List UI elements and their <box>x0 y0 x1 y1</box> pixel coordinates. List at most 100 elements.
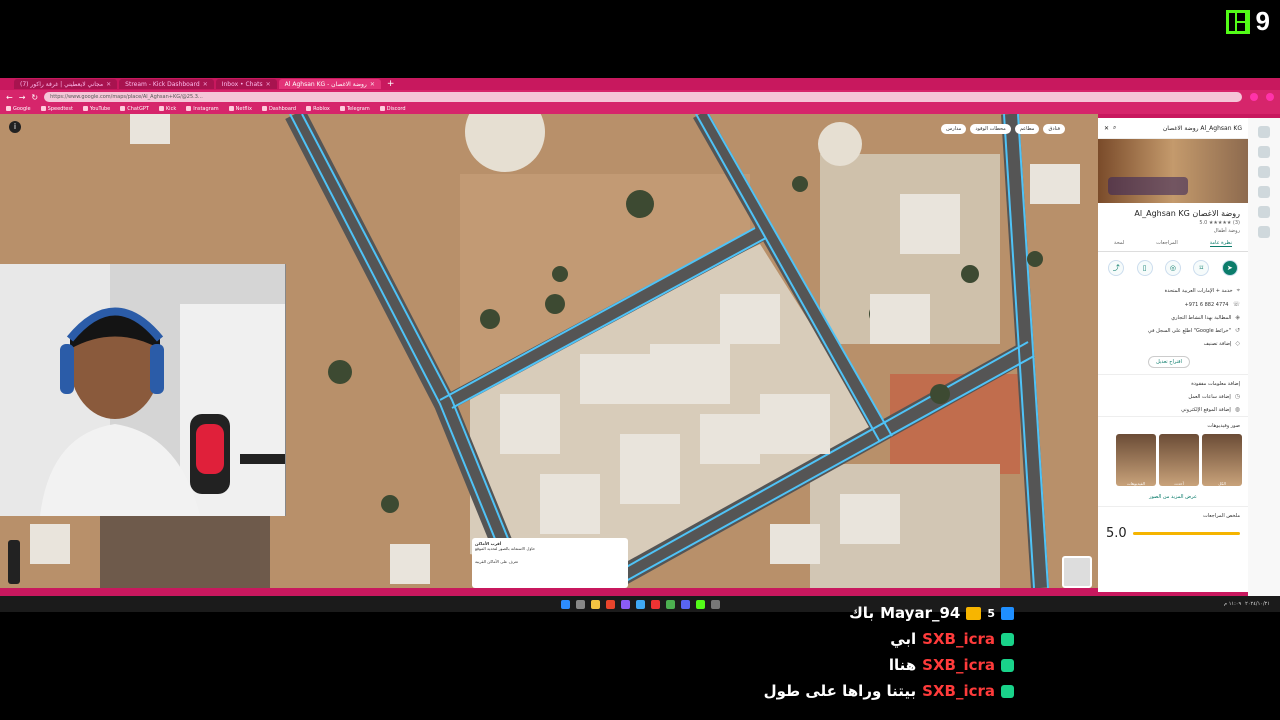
kick-icon[interactable] <box>695 599 705 609</box>
save-button[interactable]: ⌑ <box>1193 260 1210 276</box>
photo-thumb[interactable]: أحدث <box>1159 434 1199 486</box>
bookmark-item[interactable]: Dashboard <box>262 106 296 112</box>
app-icon[interactable] <box>620 599 630 609</box>
app-icon[interactable] <box>650 599 660 609</box>
place-thumb-icon[interactable] <box>1258 206 1270 218</box>
bookmark-item[interactable]: Speedtest <box>41 106 73 112</box>
bookmark-item[interactable]: Discord <box>380 106 406 112</box>
place-thumb-icon[interactable] <box>1258 226 1270 238</box>
suggest-edit-button[interactable]: اقتراح تعديل <box>1148 356 1190 368</box>
popup-line: حاول الاستعانة بالصور لتحديد الموقع <box>475 546 536 551</box>
saved-icon[interactable] <box>1258 126 1270 138</box>
chat-username[interactable]: SXB_icra <box>922 682 995 700</box>
shield-icon: ◈ <box>1235 314 1240 321</box>
bookmark-item[interactable]: Instagram <box>186 106 218 112</box>
browser-window: (7) مجاني لايعطيني | غرفة راكور ✕ Stream … <box>0 78 1280 596</box>
place-category[interactable]: روضة أطفال <box>1098 226 1248 236</box>
tab-label: Inbox • Chats <box>221 80 263 88</box>
place-photo[interactable] <box>1098 139 1248 203</box>
photo-thumb[interactable]: الفيديوهات <box>1116 434 1156 486</box>
recents-icon[interactable] <box>1258 146 1270 158</box>
bookmark-item[interactable]: ChatGPT <box>120 106 149 112</box>
back-icon[interactable]: ← <box>6 93 13 102</box>
close-icon[interactable]: ✕ <box>266 81 271 88</box>
search-box[interactable]: ✕ ⌕ روضة الاغصان Al_Aghsan KG <box>1098 118 1248 139</box>
bookmark-item[interactable]: Netflix <box>229 106 252 112</box>
webcam-overlay <box>0 264 286 516</box>
subscriber-badge-icon <box>1001 632 1014 646</box>
chip-gas[interactable]: محطات الوقود <box>970 124 1011 134</box>
tab-label: Al Aghsan KG - روضة الاغصان <box>284 80 367 88</box>
profile-icon[interactable] <box>1266 93 1274 101</box>
start-icon[interactable] <box>560 599 570 609</box>
zoom-controls[interactable] <box>8 540 20 584</box>
chrome-icon[interactable] <box>665 599 675 609</box>
tab-1[interactable]: (7) مجاني لايعطيني | غرفة راكور ✕ <box>14 79 118 89</box>
bookmark-item[interactable]: Roblox <box>306 106 330 112</box>
close-icon[interactable]: ✕ <box>370 81 375 88</box>
close-icon[interactable]: ✕ <box>203 81 208 88</box>
share-button[interactable]: ⤴ <box>1108 260 1125 276</box>
extension-icon[interactable] <box>1250 93 1258 101</box>
file-explorer-icon[interactable] <box>590 599 600 609</box>
maps-side-rail <box>1248 118 1280 600</box>
url-field[interactable]: https://www.google.com/maps/place/Al_Agh… <box>44 92 1242 102</box>
reviews-summary-title: ملخص المراجعات <box>1098 506 1248 522</box>
close-icon[interactable]: ✕ <box>1104 125 1109 132</box>
more-photos-button[interactable]: عرض المزيد من الصور <box>1098 494 1248 500</box>
add-website-row[interactable]: إضافة الموقع الإلكتروني ◍ <box>1098 403 1248 416</box>
nearby-button[interactable]: ◎ <box>1164 260 1181 276</box>
app-icon[interactable] <box>710 599 720 609</box>
place-thumb-icon[interactable] <box>1258 166 1270 178</box>
discord-icon[interactable] <box>680 599 690 609</box>
tab-reviews[interactable]: المراجعات <box>1156 240 1178 247</box>
bookmark-item[interactable]: Telegram <box>340 106 370 112</box>
vscode-icon[interactable] <box>635 599 645 609</box>
action-buttons: ⤴ ▯ ◎ ⌑ ➤ <box>1098 252 1248 284</box>
clock-time[interactable]: ١١:٠٩ م <box>1224 601 1241 607</box>
label-row[interactable]: إضافة تصنيف ◇ <box>1098 337 1248 350</box>
claim-row[interactable]: المطالبة بهذا النشاط التجاري ◈ <box>1098 311 1248 324</box>
tab-about[interactable]: لمحة <box>1114 240 1124 247</box>
history-text: اطلع على السجل في "Google خرائط" <box>1147 327 1231 334</box>
address-row[interactable]: خدمة + الإمارات العربية المتحدة ⌖ <box>1098 284 1248 298</box>
close-icon[interactable]: ✕ <box>106 81 111 88</box>
add-hours-row[interactable]: إضافة ساعات العمل ◷ <box>1098 390 1248 403</box>
bookmark-item[interactable]: Google <box>6 106 31 112</box>
chat-text: باك <box>849 604 875 622</box>
phone-row[interactable]: +971 6 882 4774 ☏ <box>1098 298 1248 311</box>
forward-icon[interactable]: → <box>19 93 26 102</box>
reload-icon[interactable]: ↻ <box>31 93 38 102</box>
chip-restaurants[interactable]: مطاعم <box>1014 124 1040 134</box>
kick-icon <box>1225 9 1250 34</box>
tab-4-active[interactable]: Al Aghsan KG - روضة الاغصان ✕ <box>278 79 381 89</box>
layers-button[interactable] <box>1062 556 1092 588</box>
claim-text: المطالبة بهذا النشاط التجاري <box>1171 314 1232 321</box>
chip-hotels[interactable]: فنادق <box>1043 124 1065 134</box>
new-tab-button[interactable]: + <box>383 79 399 89</box>
photo-thumb[interactable]: الكل <box>1202 434 1242 486</box>
send-to-phone-button[interactable]: ▯ <box>1136 260 1153 276</box>
history-row[interactable]: اطلع على السجل في "Google خرائط" ↺ <box>1098 324 1248 337</box>
bookmark-item[interactable]: YouTube <box>83 106 110 112</box>
app-icon[interactable] <box>605 599 615 609</box>
phone-icon: ☏ <box>1232 301 1240 308</box>
search-icon[interactable]: ⌕ <box>1113 124 1116 132</box>
directions-button[interactable]: ➤ <box>1221 260 1238 276</box>
clock-date[interactable]: ٢٠٢٤/١٠/٢١ <box>1245 601 1270 607</box>
chat-username[interactable]: Mayar_94 <box>880 604 960 622</box>
chat-username[interactable]: SXB_icra <box>922 630 995 648</box>
search-input[interactable]: روضة الاغصان Al_Aghsan KG <box>1120 125 1242 132</box>
map-popup[interactable]: أقرب الأماكن حاول الاستعانة بالصور لتحدي… <box>472 538 628 588</box>
place-tabs: لمحة المراجعات نظرة عامة <box>1098 236 1248 252</box>
place-thumb-icon[interactable] <box>1258 186 1270 198</box>
tab-2[interactable]: Stream - Kick Dashboard ✕ <box>119 79 214 89</box>
tab-overview[interactable]: نظرة عامة <box>1209 240 1233 247</box>
bookmark-item[interactable]: Kick <box>159 106 176 112</box>
tab-3[interactable]: Inbox • Chats ✕ <box>215 79 277 89</box>
chat-username[interactable]: SXB_icra <box>922 656 995 674</box>
chip-schools[interactable]: مدارس <box>941 124 967 134</box>
crown-badge-icon <box>966 606 982 620</box>
search-icon[interactable] <box>575 599 585 609</box>
info-icon[interactable]: i <box>9 121 21 133</box>
